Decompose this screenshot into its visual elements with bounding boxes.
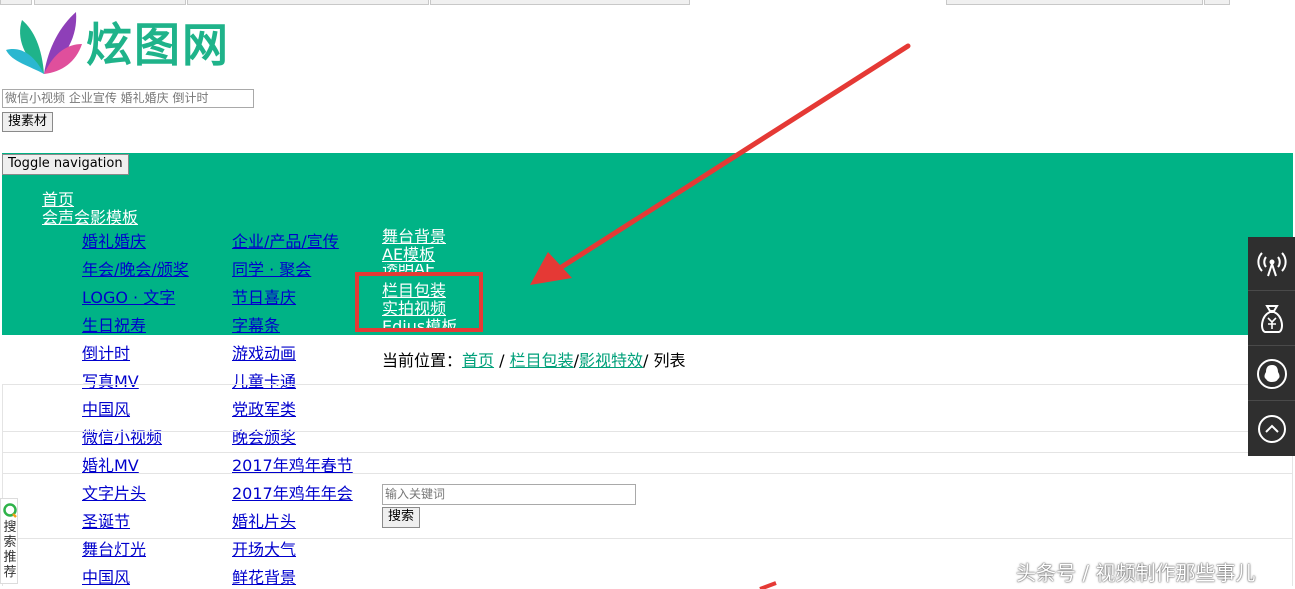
watermark: 头条号 / 视频制作那些事儿 xyxy=(1016,561,1256,585)
annotation-arrow-icon xyxy=(530,43,911,589)
